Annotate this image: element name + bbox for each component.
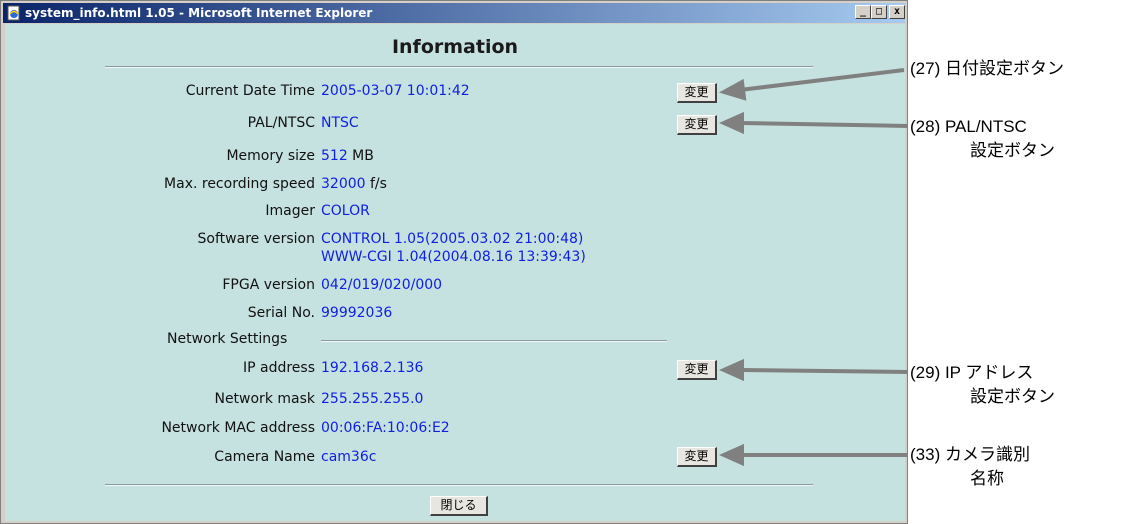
arrow-27-head	[718, 78, 747, 101]
callout-29-line1: (29) IP アドレス	[910, 363, 1034, 382]
arrow-29	[739, 368, 909, 374]
arrow-27	[739, 68, 905, 92]
arrow-29-head	[719, 358, 744, 382]
arrow-33-head	[719, 443, 744, 467]
callout-27: (27) 日付設定ボタン	[910, 59, 1064, 78]
callout-29-line2: 設定ボタン	[970, 387, 1055, 406]
arrow-28	[739, 121, 909, 128]
callout-28-line2: 設定ボタン	[970, 141, 1055, 160]
callout-33-line1: (33) カメラ識別	[910, 445, 1030, 464]
callout-28-line1: (28) PAL/NTSC	[910, 117, 1027, 136]
arrow-28-head	[719, 111, 744, 135]
callout-33-line2: 名称	[970, 469, 1004, 488]
